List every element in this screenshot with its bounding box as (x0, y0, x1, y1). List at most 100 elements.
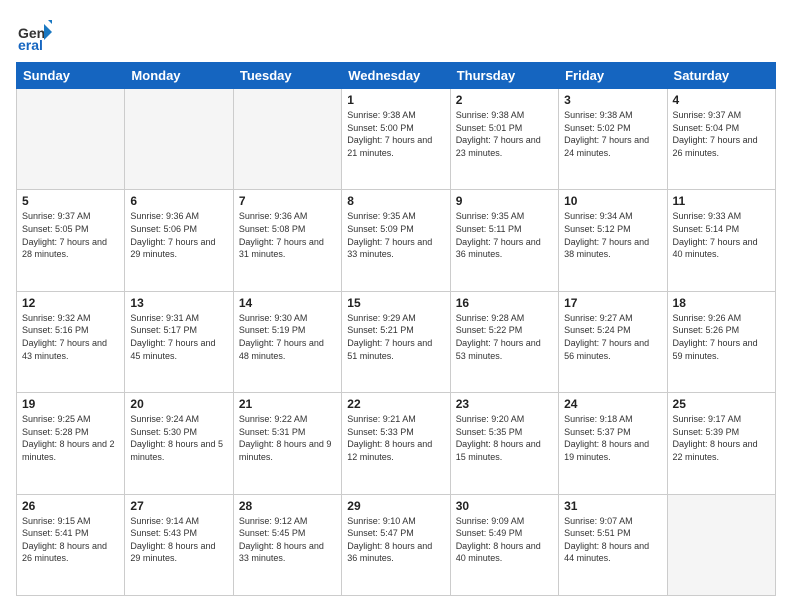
day-info: Sunrise: 9:25 AMSunset: 5:28 PMDaylight:… (22, 413, 119, 463)
calendar-cell: 22 Sunrise: 9:21 AMSunset: 5:33 PMDayligh… (342, 393, 450, 494)
calendar-cell: 18Sunrise: 9:26 AMSunset: 5:26 PMDayligh… (667, 291, 775, 392)
week-row-1: 1Sunrise: 9:38 AMSunset: 5:00 PMDaylight… (17, 89, 776, 190)
day-info: Sunrise: 9:37 AMSunset: 5:05 PMDaylight:… (22, 210, 119, 260)
week-row-5: 26 Sunrise: 9:15 AMSunset: 5:41 PMDayligh… (17, 494, 776, 595)
calendar-cell: 2 Sunrise: 9:38 AMSunset: 5:01 PMDaylight… (450, 89, 558, 190)
day-info: Sunrise: 9:21 AMSunset: 5:33 PMDaylight:… (347, 413, 444, 463)
svg-text:eral: eral (18, 37, 43, 52)
calendar-cell: 3Sunrise: 9:38 AMSunset: 5:02 PMDaylight… (559, 89, 667, 190)
day-number: 4 (673, 93, 770, 107)
day-info: Sunrise: 9:30 AMSunset: 5:19 PMDaylight:… (239, 312, 336, 362)
calendar-cell: 4 Sunrise: 9:37 AMSunset: 5:04 PMDaylight… (667, 89, 775, 190)
day-number: 8 (347, 194, 444, 208)
day-number: 29 (347, 499, 444, 513)
day-number: 12 (22, 296, 119, 310)
day-info: Sunrise: 9:15 AMSunset: 5:41 PMDaylight:… (22, 515, 119, 565)
day-number: 26 (22, 499, 119, 513)
weekday-header-wednesday: Wednesday (342, 63, 450, 89)
day-number: 22 (347, 397, 444, 411)
day-number: 28 (239, 499, 336, 513)
calendar-cell: 25 Sunrise: 9:17 AMSunset: 5:39 PMDayligh… (667, 393, 775, 494)
header: Gen eral (16, 16, 776, 52)
day-info: Sunrise: 9:14 AMSunset: 5:43 PMDaylight:… (130, 515, 227, 565)
day-info: Sunrise: 9:22 AMSunset: 5:31 PMDaylight:… (239, 413, 336, 463)
week-row-2: 5Sunrise: 9:37 AMSunset: 5:05 PMDaylight… (17, 190, 776, 291)
calendar-cell: 1Sunrise: 9:38 AMSunset: 5:00 PMDaylight… (342, 89, 450, 190)
day-info: Sunrise: 9:36 AMSunset: 5:08 PMDaylight:… (239, 210, 336, 260)
day-number: 3 (564, 93, 661, 107)
day-info: Sunrise: 9:28 AMSunset: 5:22 PMDaylight:… (456, 312, 553, 362)
day-number: 23 (456, 397, 553, 411)
day-info: Sunrise: 9:07 AMSunset: 5:51 PMDaylight:… (564, 515, 661, 565)
day-info: Sunrise: 9:33 AMSunset: 5:14 PMDaylight:… (673, 210, 770, 260)
calendar-cell: 12 Sunrise: 9:32 AMSunset: 5:16 PMDayligh… (17, 291, 125, 392)
calendar-cell (125, 89, 233, 190)
calendar-cell: 8Sunrise: 9:35 AMSunset: 5:09 PMDaylight… (342, 190, 450, 291)
weekday-header-sunday: Sunday (17, 63, 125, 89)
day-number: 2 (456, 93, 553, 107)
day-info: Sunrise: 9:20 AMSunset: 5:35 PMDaylight:… (456, 413, 553, 463)
day-info: Sunrise: 9:09 AMSunset: 5:49 PMDaylight:… (456, 515, 553, 565)
day-number: 27 (130, 499, 227, 513)
day-number: 6 (130, 194, 227, 208)
day-number: 17 (564, 296, 661, 310)
calendar-cell: 15 Sunrise: 9:29 AMSunset: 5:21 PMDayligh… (342, 291, 450, 392)
weekday-header-row: SundayMondayTuesdayWednesdayThursdayFrid… (17, 63, 776, 89)
day-info: Sunrise: 9:31 AMSunset: 5:17 PMDaylight:… (130, 312, 227, 362)
day-info: Sunrise: 9:29 AMSunset: 5:21 PMDaylight:… (347, 312, 444, 362)
logo-icon: Gen eral (16, 16, 52, 52)
day-number: 24 (564, 397, 661, 411)
day-info: Sunrise: 9:10 AMSunset: 5:47 PMDaylight:… (347, 515, 444, 565)
calendar-cell: 28 Sunrise: 9:12 AMSunset: 5:45 PMDayligh… (233, 494, 341, 595)
calendar-cell: 24Sunrise: 9:18 AMSunset: 5:37 PMDayligh… (559, 393, 667, 494)
calendar-cell: 30 Sunrise: 9:09 AMSunset: 5:49 PMDayligh… (450, 494, 558, 595)
weekday-header-thursday: Thursday (450, 63, 558, 89)
day-number: 30 (456, 499, 553, 513)
day-number: 11 (673, 194, 770, 208)
day-number: 16 (456, 296, 553, 310)
day-number: 31 (564, 499, 661, 513)
calendar-cell (667, 494, 775, 595)
calendar-cell: 31 Sunrise: 9:07 AMSunset: 5:51 PMDayligh… (559, 494, 667, 595)
calendar-cell: 20 Sunrise: 9:24 AMSunset: 5:30 PMDayligh… (125, 393, 233, 494)
weekday-header-monday: Monday (125, 63, 233, 89)
day-number: 7 (239, 194, 336, 208)
week-row-4: 19 Sunrise: 9:25 AMSunset: 5:28 PMDayligh… (17, 393, 776, 494)
calendar-cell: 21 Sunrise: 9:22 AMSunset: 5:31 PMDayligh… (233, 393, 341, 494)
day-info: Sunrise: 9:36 AMSunset: 5:06 PMDaylight:… (130, 210, 227, 260)
day-info: Sunrise: 9:17 AMSunset: 5:39 PMDaylight:… (673, 413, 770, 463)
day-number: 19 (22, 397, 119, 411)
calendar-cell: 13 Sunrise: 9:31 AMSunset: 5:17 PMDayligh… (125, 291, 233, 392)
calendar-cell: 29 Sunrise: 9:10 AMSunset: 5:47 PMDayligh… (342, 494, 450, 595)
calendar-cell: 27 Sunrise: 9:14 AMSunset: 5:43 PMDayligh… (125, 494, 233, 595)
calendar-cell: 9 Sunrise: 9:35 AMSunset: 5:11 PMDaylight… (450, 190, 558, 291)
calendar-cell (17, 89, 125, 190)
day-number: 9 (456, 194, 553, 208)
weekday-header-saturday: Saturday (667, 63, 775, 89)
calendar-cell: 26 Sunrise: 9:15 AMSunset: 5:41 PMDayligh… (17, 494, 125, 595)
day-info: Sunrise: 9:37 AMSunset: 5:04 PMDaylight:… (673, 109, 770, 159)
day-info: Sunrise: 9:34 AMSunset: 5:12 PMDaylight:… (564, 210, 661, 260)
calendar-cell: 14 Sunrise: 9:30 AMSunset: 5:19 PMDayligh… (233, 291, 341, 392)
day-info: Sunrise: 9:32 AMSunset: 5:16 PMDaylight:… (22, 312, 119, 362)
day-number: 21 (239, 397, 336, 411)
page: Gen eral SundayMondayTuesdayWednesdayThu… (0, 0, 792, 612)
day-info: Sunrise: 9:38 AMSunset: 5:01 PMDaylight:… (456, 109, 553, 159)
day-number: 13 (130, 296, 227, 310)
calendar-cell: 19 Sunrise: 9:25 AMSunset: 5:28 PMDayligh… (17, 393, 125, 494)
day-number: 10 (564, 194, 661, 208)
day-number: 20 (130, 397, 227, 411)
day-info: Sunrise: 9:24 AMSunset: 5:30 PMDaylight:… (130, 413, 227, 463)
calendar-cell (233, 89, 341, 190)
calendar-cell: 6 Sunrise: 9:36 AMSunset: 5:06 PMDaylight… (125, 190, 233, 291)
calendar-cell: 7 Sunrise: 9:36 AMSunset: 5:08 PMDaylight… (233, 190, 341, 291)
calendar-cell: 17Sunrise: 9:27 AMSunset: 5:24 PMDayligh… (559, 291, 667, 392)
day-number: 14 (239, 296, 336, 310)
day-number: 25 (673, 397, 770, 411)
calendar-cell: 11 Sunrise: 9:33 AMSunset: 5:14 PMDayligh… (667, 190, 775, 291)
day-info: Sunrise: 9:35 AMSunset: 5:11 PMDaylight:… (456, 210, 553, 260)
day-number: 15 (347, 296, 444, 310)
day-info: Sunrise: 9:26 AMSunset: 5:26 PMDaylight:… (673, 312, 770, 362)
weekday-header-tuesday: Tuesday (233, 63, 341, 89)
day-info: Sunrise: 9:12 AMSunset: 5:45 PMDaylight:… (239, 515, 336, 565)
